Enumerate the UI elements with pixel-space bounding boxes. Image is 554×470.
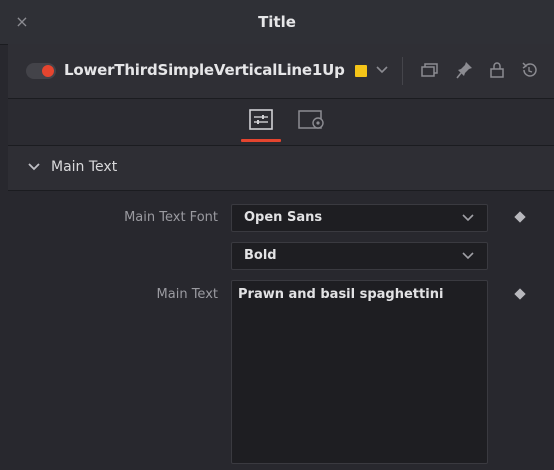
section-title: Main Text — [51, 159, 118, 175]
inspector-panel: × Title LowerThirdSimpleVerticalLine1Up — [0, 0, 554, 470]
chevron-down-icon[interactable] — [374, 59, 390, 79]
node-enable-toggle[interactable] — [26, 63, 56, 79]
font-family-value: Open Sans — [244, 210, 323, 225]
sliders-icon[interactable] — [247, 107, 275, 133]
chevron-down-icon[interactable] — [26, 158, 42, 176]
pin-icon[interactable] — [454, 58, 476, 82]
node-header: LowerThirdSimpleVerticalLine1Up — [8, 44, 554, 99]
main-text-value: Prawn and basil spaghettini — [238, 287, 444, 302]
keyframe-diamond-icon[interactable] — [514, 288, 526, 300]
node-name: LowerThirdSimpleVerticalLine1Up — [64, 61, 345, 79]
settings-gear-icon[interactable] — [297, 107, 325, 133]
window-title: Title — [258, 13, 296, 31]
reset-icon[interactable] — [518, 58, 540, 82]
keyframe-diamond-icon[interactable] — [514, 211, 526, 223]
font-style-dropdown[interactable]: Bold — [231, 242, 488, 270]
main-text-label: Main Text — [156, 287, 218, 302]
main-text-font-label: Main Text Font — [124, 210, 218, 225]
section-header-main-text[interactable]: Main Text — [8, 146, 554, 191]
main-text-textarea[interactable]: Prawn and basil spaghettini — [231, 280, 488, 464]
font-style-value: Bold — [244, 248, 277, 263]
chevron-down-icon — [461, 247, 475, 263]
toggle-indicator — [42, 65, 54, 77]
header-divider — [402, 57, 403, 85]
lock-icon[interactable] — [486, 58, 508, 82]
active-tab-indicator — [241, 139, 281, 142]
title-bar: × Title — [0, 0, 554, 45]
chevron-down-icon — [461, 209, 475, 225]
inspector-tabs — [8, 99, 554, 146]
duplicate-window-icon[interactable] — [418, 58, 440, 82]
inspector-content: Main Text Main Text Font Open Sans Bold … — [8, 146, 554, 470]
color-swatch[interactable] — [355, 65, 367, 77]
font-family-dropdown[interactable]: Open Sans — [231, 204, 488, 232]
